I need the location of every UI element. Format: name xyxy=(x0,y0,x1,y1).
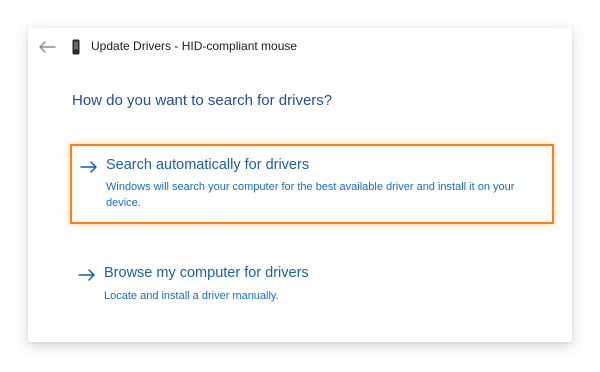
right-arrow-icon xyxy=(80,161,97,173)
device-icon xyxy=(72,39,80,55)
window-title: Update Drivers - HID-compliant mouse xyxy=(91,39,298,53)
update-drivers-dialog: Update Drivers - HID-compliant mouse How… xyxy=(28,28,572,342)
option-description: Windows will search your computer for th… xyxy=(106,181,515,209)
right-arrow-icon xyxy=(78,269,95,281)
option-description: Locate and install a driver manually. xyxy=(104,290,279,302)
option-title: Search automatically for drivers xyxy=(106,157,310,173)
title-bar: Update Drivers - HID-compliant mouse xyxy=(28,28,572,66)
page-heading: How do you want to search for drivers? xyxy=(72,92,333,109)
stage: Update Drivers - HID-compliant mouse How… xyxy=(0,0,600,372)
back-button[interactable] xyxy=(36,38,58,56)
back-arrow-icon xyxy=(39,41,56,53)
search-automatically-option[interactable]: Search automatically for drivers Windows… xyxy=(70,144,554,224)
option-title: Browse my computer for drivers xyxy=(104,265,309,281)
browse-computer-option[interactable]: Browse my computer for drivers Locate an… xyxy=(70,260,550,310)
